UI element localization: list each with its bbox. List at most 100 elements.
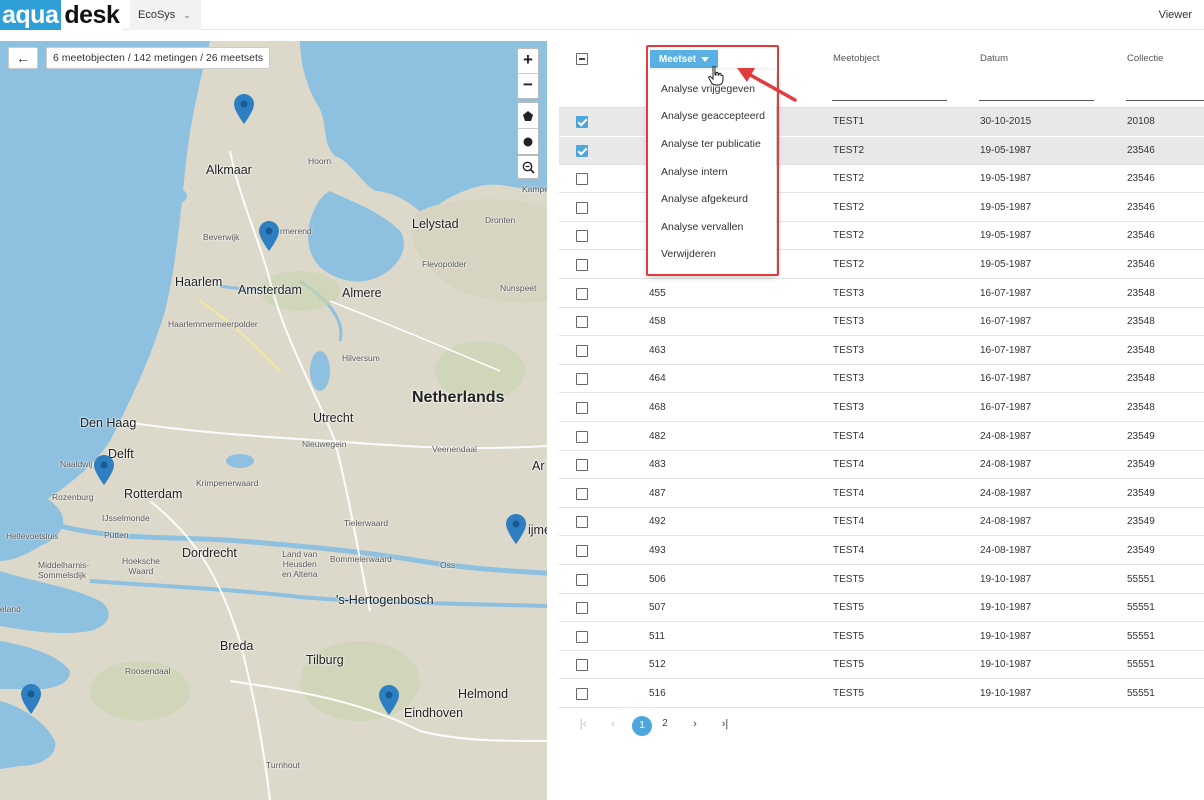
row-checkbox[interactable] [576, 516, 588, 529]
column-header-meetobject[interactable]: Meetobject [833, 53, 879, 64]
map-marker-pin-icon[interactable] [94, 455, 114, 485]
draw-polygon-button[interactable] [518, 103, 538, 128]
select-all-checkbox[interactable] [576, 53, 588, 65]
map-label-lelystad: Lelystad [412, 217, 459, 231]
row-checkbox[interactable] [576, 630, 588, 643]
map-marker-pin-icon[interactable] [259, 221, 279, 251]
table-row[interactable]: 463 TEST3 16-07-1987 23548 [559, 337, 1204, 365]
next-page-button[interactable]: › [687, 718, 703, 730]
table-row[interactable]: 458 TEST3 16-07-1987 23548 [559, 308, 1204, 337]
table-row[interactable]: 493 TEST4 24-08-1987 23549 [559, 537, 1204, 565]
row-checkbox[interactable] [576, 230, 588, 243]
cell-datum: 24-08-1987 [980, 487, 1032, 499]
row-checkbox[interactable] [576, 487, 588, 500]
table-row[interactable]: 455 TEST3 16-07-1987 23548 [559, 280, 1204, 308]
datum-filter-input[interactable] [979, 100, 1094, 101]
menu-item-analyse-geaccepteerd[interactable]: Analyse geaccepteerd [661, 110, 765, 122]
table-row[interactable]: 483 TEST4 24-08-1987 23549 [559, 451, 1204, 480]
row-checkbox[interactable] [576, 144, 588, 157]
table-row[interactable]: 482 TEST4 24-08-1987 23549 [559, 423, 1204, 451]
menu-item-analyse-intern[interactable]: Analyse intern [661, 166, 728, 178]
table-row[interactable]: 492 TEST4 24-08-1987 23549 [559, 508, 1204, 537]
table-row[interactable]: 506 TEST5 19-10-1987 55551 [559, 566, 1204, 594]
cell-collectie: 23548 [1127, 287, 1155, 299]
table-row[interactable]: 464 TEST3 16-07-1987 23548 [559, 365, 1204, 394]
row-checkbox[interactable] [576, 201, 588, 214]
table-row[interactable]: 516 TEST5 19-10-1987 55551 [559, 680, 1204, 708]
table-row[interactable]: 487 TEST4 24-08-1987 23549 [559, 480, 1204, 508]
table-row[interactable]: 468 TEST3 16-07-1987 23548 [559, 394, 1204, 422]
row-checkbox[interactable] [576, 688, 588, 700]
menu-item-verwijderen[interactable]: Verwijderen [661, 248, 716, 260]
cell-collectie: 23546 [1127, 144, 1155, 156]
user-role[interactable]: Viewer [1159, 0, 1192, 30]
row-checkbox[interactable] [576, 402, 588, 414]
menu-item-analyse-ter-publicatie[interactable]: Analyse ter publicatie [661, 138, 761, 150]
table-row[interactable]: 512 TEST5 19-10-1987 55551 [559, 651, 1204, 680]
cell-datum: 19-10-1987 [980, 630, 1032, 642]
row-checkbox[interactable] [576, 459, 588, 472]
draw-control [517, 102, 539, 155]
last-page-button[interactable]: ›| [717, 718, 733, 730]
cell-meetobject: TEST1 [833, 116, 865, 127]
row-checkbox[interactable] [576, 430, 588, 443]
row-checkbox[interactable] [576, 287, 588, 300]
cell-meetobject: TEST5 [833, 630, 865, 642]
row-checkbox[interactable] [576, 573, 588, 586]
map-label-oss: Oss [440, 560, 456, 570]
map-label-haarlemmermeer: Haarlemmermeerpolder [168, 319, 258, 329]
map-label-hellevoetsluis: Hellevoetsluis [6, 531, 59, 541]
map-marker-pin-icon[interactable] [379, 685, 399, 715]
zoom-out-magnifier-icon [522, 161, 535, 174]
map-label-nieuwegein: Nieuwegein [302, 439, 347, 449]
cell-collectie: 23548 [1127, 373, 1155, 385]
row-checkbox[interactable] [576, 259, 588, 271]
cell-meetobject: TEST4 [833, 545, 865, 556]
row-checkbox[interactable] [576, 116, 588, 128]
cell-meetset: 506 [649, 573, 666, 585]
cell-collectie: 55551 [1127, 573, 1155, 585]
table-row[interactable]: 511 TEST5 19-10-1987 55551 [559, 623, 1204, 651]
menu-item-analyse-vervallen[interactable]: Analyse vervallen [661, 221, 743, 233]
map-label-krimpenerwaard: Krimpenerwaard [196, 478, 259, 488]
row-checkbox[interactable] [576, 316, 588, 329]
row-checkbox[interactable] [576, 173, 588, 186]
column-header-collectie[interactable]: Collectie [1127, 53, 1163, 64]
draw-circle-button[interactable] [518, 128, 538, 154]
cell-datum: 16-07-1987 [980, 287, 1032, 299]
prev-page-button[interactable]: ‹ [605, 718, 621, 730]
map-marker-pin-icon[interactable] [506, 514, 526, 544]
meetobject-filter-input[interactable] [832, 100, 947, 101]
row-checkbox[interactable] [576, 545, 588, 557]
zoom-box-button[interactable] [517, 155, 539, 179]
map-panel[interactable]: ← 6 meetobjecten / 142 metingen / 26 mee… [0, 41, 547, 800]
cell-collectie: 23549 [1127, 545, 1155, 556]
map-marker-pin-icon[interactable] [234, 94, 254, 124]
cell-collectie: 23549 [1127, 487, 1155, 499]
page-2-button[interactable]: 2 [657, 718, 673, 729]
row-checkbox[interactable] [576, 602, 588, 615]
map-label-breda: Breda [220, 639, 254, 653]
circle-icon [523, 137, 533, 146]
page-1-button[interactable]: 1 [632, 716, 652, 736]
row-checkbox[interactable] [576, 373, 588, 386]
table-row[interactable]: 507 TEST5 19-10-1987 55551 [559, 594, 1204, 623]
first-page-button[interactable]: |‹ [575, 718, 591, 730]
row-checkbox[interactable] [576, 344, 588, 357]
map-label-alkmaar: Alkmaar [206, 163, 252, 177]
map-label-flevopolder: Flevopolder [422, 259, 467, 269]
cell-datum: 19-05-1987 [980, 201, 1032, 213]
column-header-datum[interactable]: Datum [980, 53, 1008, 64]
zoom-in-button[interactable]: + [518, 49, 538, 73]
map-label-den-haag: Den Haag [80, 416, 137, 430]
zoom-out-button[interactable]: − [518, 73, 538, 98]
map-label-rozenburg: Rozenburg [52, 492, 94, 502]
back-button[interactable]: ← [8, 47, 38, 69]
row-checkbox[interactable] [576, 659, 588, 672]
collectie-filter-input[interactable] [1126, 100, 1204, 101]
menu-item-analyse-afgekeurd[interactable]: Analyse afgekeurd [661, 193, 748, 205]
aquadesk-logo[interactable]: aqua desk [0, 0, 123, 30]
app-selector[interactable]: EcoSys ⌄ [130, 0, 201, 30]
map-marker-pin-icon[interactable] [21, 684, 41, 714]
cell-datum: 24-08-1987 [980, 545, 1032, 556]
